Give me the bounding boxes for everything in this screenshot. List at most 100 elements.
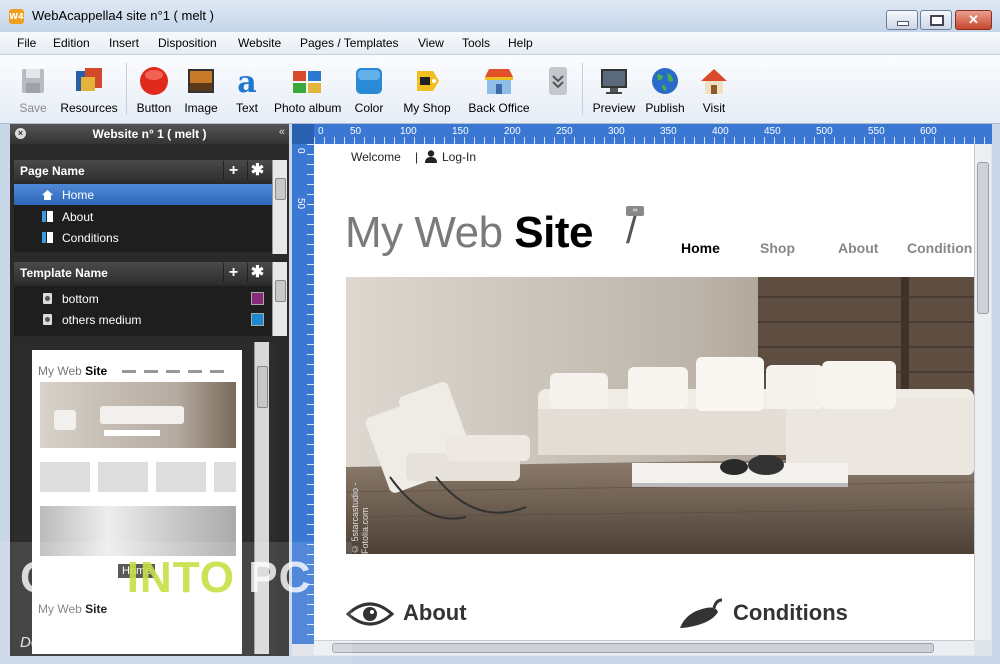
more-tools-button[interactable] <box>544 59 572 119</box>
close-icon: ✕ <box>968 12 979 27</box>
page-list-header: Page Name + ✱ <box>14 160 276 182</box>
panel-header: × Website n° 1 ( melt ) « <box>10 124 289 144</box>
welcome-text: Welcome <box>351 150 401 164</box>
image-tool[interactable]: Image <box>180 59 222 119</box>
toolbar-separator <box>582 63 583 115</box>
template-settings-button[interactable]: ✱ <box>247 263 267 282</box>
close-button[interactable]: ✕ <box>955 10 992 30</box>
ruler-label: 50 <box>295 198 306 210</box>
window-title: WebAcappella4 site n°1 ( melt ) <box>32 8 214 23</box>
panel-title: Website n° 1 ( melt ) <box>92 127 207 141</box>
template-color-swatch[interactable] <box>251 292 264 305</box>
site-logo[interactable]: My Web Site <box>345 208 593 258</box>
menu-tools[interactable]: Tools <box>462 36 490 50</box>
collapse-icon[interactable]: « <box>279 126 285 138</box>
color-tool[interactable]: Color <box>348 59 390 119</box>
menu-website[interactable]: Website <box>238 36 281 50</box>
template-item-others-medium[interactable]: others medium <box>14 309 276 330</box>
nav-about[interactable]: About <box>838 240 878 256</box>
menu-file[interactable]: File <box>17 36 36 50</box>
ruler-label: 600 <box>920 126 937 137</box>
nav-home[interactable]: Home <box>681 240 720 256</box>
visit-button[interactable]: Visit <box>694 59 734 119</box>
template-list-title: Template Name <box>20 266 108 280</box>
chevron-down-icon <box>549 67 567 95</box>
text-icon: a <box>237 65 256 97</box>
login-link[interactable]: Log-In <box>442 150 476 164</box>
page-icon <box>42 232 53 243</box>
globe-icon <box>652 68 678 94</box>
back-office-tool[interactable]: Back Office <box>466 59 532 119</box>
ruler-label: 250 <box>556 126 573 137</box>
ruler-label: 100 <box>400 126 417 137</box>
page-icon <box>42 211 53 222</box>
template-icon <box>43 293 52 304</box>
template-icon <box>43 314 52 325</box>
page-item-home[interactable]: Home <box>14 184 276 205</box>
nav-conditions[interactable]: Condition <box>907 240 972 256</box>
watermark-subtitle: Download Free Your Desired App <box>20 634 243 651</box>
color-icon <box>356 68 382 94</box>
text-tool[interactable]: a Text <box>226 59 268 119</box>
app-icon: W4 <box>9 9 24 24</box>
publish-button[interactable]: Publish <box>642 59 688 119</box>
template-list-scrollbar[interactable] <box>272 262 287 336</box>
add-page-button[interactable]: + <box>223 161 243 180</box>
ruler-label: 0 <box>295 148 306 154</box>
resources-button[interactable]: Resources <box>60 59 118 119</box>
template-item-label: others medium <box>62 313 142 327</box>
photo-album-tool[interactable]: Photo album <box>274 59 341 119</box>
eye-icon <box>346 602 394 626</box>
ruler-label: 300 <box>608 126 625 137</box>
menu-edition[interactable]: Edition <box>53 36 90 50</box>
menu-insert[interactable]: Insert <box>109 36 139 50</box>
toolbar: Save Resources Button Image a Text Photo… <box>0 55 1000 124</box>
store-icon <box>485 69 513 94</box>
menu-view[interactable]: View <box>418 36 444 50</box>
ruler-label: 550 <box>868 126 885 137</box>
living-room-photo <box>346 277 974 554</box>
menu-help[interactable]: Help <box>508 36 533 50</box>
hero-image[interactable]: © 5starcastudio - Fotolia.com <box>346 277 974 554</box>
nav-shop[interactable]: Shop <box>760 240 795 256</box>
maximize-button[interactable] <box>920 10 952 30</box>
template-list: bottom others medium <box>14 286 276 336</box>
watermark-title: GET INTO PC <box>20 553 312 602</box>
page-canvas[interactable]: Welcome | Log-In My Web Site / ∞ Home Sh… <box>314 144 974 640</box>
template-item-bottom[interactable]: bottom <box>14 288 276 309</box>
button-tool[interactable]: Button <box>133 59 175 119</box>
add-template-button[interactable]: + <box>223 263 243 282</box>
page-item-about[interactable]: About <box>14 206 276 227</box>
resources-icon <box>76 68 102 91</box>
maximize-icon <box>921 11 951 29</box>
menu-pages-templates[interactable]: Pages / Templates <box>300 36 399 50</box>
ruler-label: 400 <box>712 126 729 137</box>
canvas-vertical-scrollbar[interactable] <box>974 144 991 640</box>
ruler-corner <box>292 124 314 144</box>
ruler-label: 50 <box>350 126 362 137</box>
menu-disposition[interactable]: Disposition <box>158 36 217 50</box>
svg-text:a: a <box>237 65 256 97</box>
page-item-conditions[interactable]: Conditions <box>14 227 276 248</box>
my-shop-tool[interactable]: My Shop <box>402 59 452 119</box>
template-color-swatch[interactable] <box>251 313 264 326</box>
preview-button[interactable]: Preview <box>590 59 638 119</box>
ruler-label: 200 <box>504 126 521 137</box>
ruler-label: 150 <box>452 126 469 137</box>
section-about-title: About <box>403 600 467 625</box>
canvas-horizontal-scrollbar[interactable] <box>314 640 974 655</box>
shop-tag-icon <box>417 71 439 91</box>
thumb-nav <box>122 370 232 373</box>
link-badge-icon: ∞ <box>626 206 644 216</box>
editor-workspace: 0 50 100 150 200 250 300 350 400 450 500… <box>292 124 992 656</box>
minimize-button[interactable] <box>886 10 918 30</box>
photo-credit: © 5starcastudio - Fotolia.com <box>350 482 370 554</box>
page-list-scrollbar[interactable] <box>272 160 287 254</box>
save-button[interactable]: Save <box>12 59 54 119</box>
home-icon <box>42 190 53 200</box>
horizontal-ruler: 0 50 100 150 200 250 300 350 400 450 500… <box>314 124 992 144</box>
thumb-logo: My Web Site <box>38 364 108 378</box>
ruler-label: 450 <box>764 126 781 137</box>
template-item-label: bottom <box>62 292 99 306</box>
page-settings-button[interactable]: ✱ <box>247 161 267 180</box>
